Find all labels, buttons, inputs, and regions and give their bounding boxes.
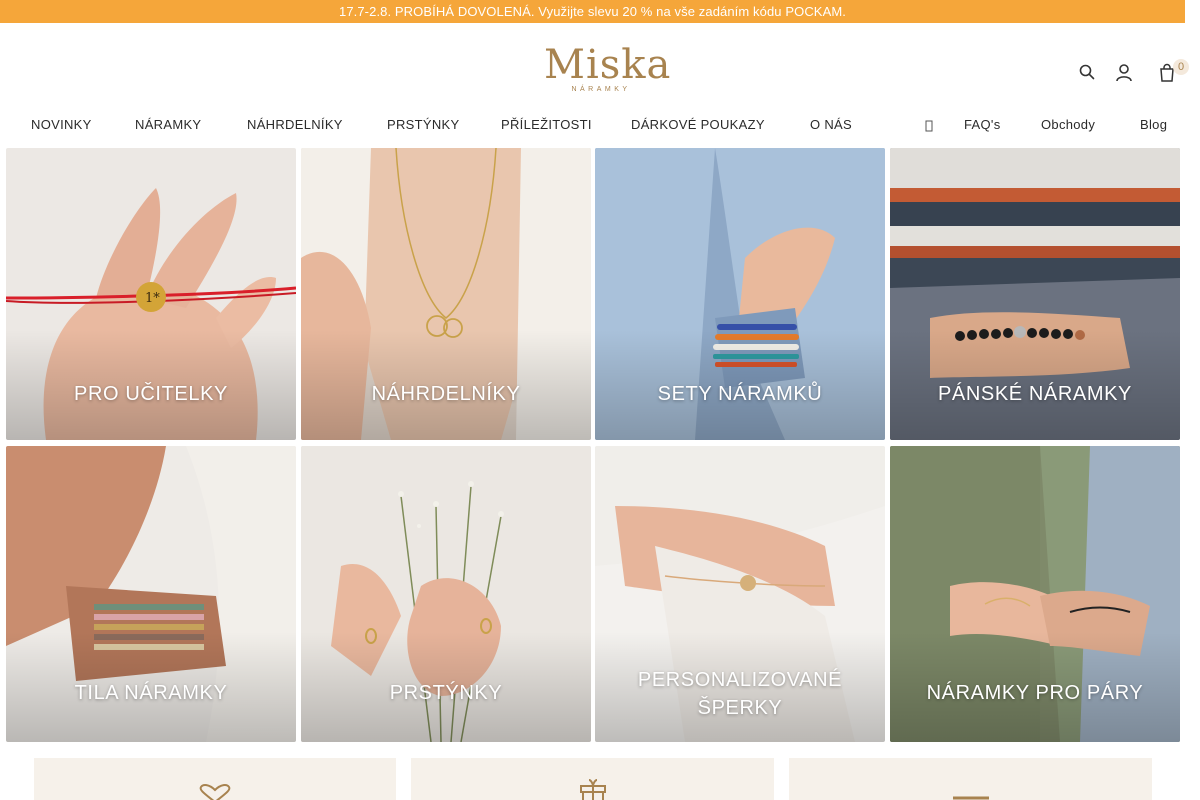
heart-icon xyxy=(199,784,231,800)
category-label: SETY NÁRAMKŮ xyxy=(657,383,823,405)
box-icon xyxy=(952,796,989,800)
category-tile-prstynky[interactable]: PRSTÝNKY xyxy=(301,446,591,742)
category-label: NÁRAMKY PRO PÁRY xyxy=(926,682,1144,704)
nav-item-blog[interactable]: Blog xyxy=(1140,117,1167,132)
category-tile-personalizovane-sperky[interactable]: PERSONALIZOVANÉ ŠPERKY xyxy=(595,446,885,742)
category-label: PERSONALIZOVANÉ ŠPERKY xyxy=(637,669,843,719)
svg-text:1*: 1* xyxy=(145,291,160,306)
category-label: NÁHRDELNÍKY xyxy=(371,383,521,405)
category-label: PÁNSKÉ NÁRAMKY xyxy=(937,383,1132,405)
info-icon xyxy=(924,119,934,132)
category-tile-sety-naramku[interactable]: SETY NÁRAMKŮ xyxy=(595,148,885,440)
benefits-section xyxy=(0,758,1200,800)
category-tile-nahrdelniky[interactable]: NÁHRDELNÍKY xyxy=(301,148,591,440)
main-nav: NOVINKY NÁRAMKY NÁHRDELNÍKY PRSTÝNKY PŘÍ… xyxy=(0,117,1200,139)
promo-bar[interactable]: 17.7-2.8. PROBÍHÁ DOVOLENÁ. Využijte sle… xyxy=(0,0,1185,23)
category-tile-panske-naramky[interactable]: PÁNSKÉ NÁRAMKY xyxy=(890,148,1180,440)
benefit-card xyxy=(34,758,396,800)
nav-item-darkove-poukazy[interactable]: DÁRKOVÉ POUKAZY xyxy=(631,117,765,132)
benefit-card xyxy=(411,758,774,800)
user-icon[interactable] xyxy=(1115,63,1135,83)
nav-item-novinky[interactable]: NOVINKY xyxy=(31,117,92,132)
category-label: PRSTÝNKY xyxy=(389,682,503,704)
category-label: PRO UČITELKY xyxy=(74,383,228,405)
nav-item-faqs[interactable]: FAQ's xyxy=(964,117,1001,132)
category-tile-tila-naramky[interactable]: TILA NÁRAMKY xyxy=(6,446,296,742)
nav-item-prilezitosti[interactable]: PŘÍLEŽITOSTI xyxy=(501,117,592,132)
nav-item-nahrdelniky[interactable]: NÁHRDELNÍKY xyxy=(247,117,343,132)
site-header: Miska NÁRAMKY 0 xyxy=(0,23,1200,123)
nav-item-naramky[interactable]: NÁRAMKY xyxy=(135,117,201,132)
nav-item-prstynky[interactable]: PRSTÝNKY xyxy=(387,117,459,132)
search-icon[interactable] xyxy=(1078,63,1098,83)
promo-text: 17.7-2.8. PROBÍHÁ DOVOLENÁ. Využijte sle… xyxy=(338,4,846,19)
logo[interactable]: Miska NÁRAMKY xyxy=(544,42,672,99)
category-label: TILA NÁRAMKY xyxy=(74,682,228,704)
gift-icon xyxy=(579,779,606,800)
nav-item-obchody[interactable]: Obchody xyxy=(1041,117,1095,132)
logo-wordmark: Miska xyxy=(544,42,672,88)
category-tile-naramky-pro-pary[interactable]: NÁRAMKY PRO PÁRY xyxy=(890,446,1180,742)
cart-count-badge: 0 xyxy=(1173,59,1189,75)
nav-item-o-nas[interactable]: O NÁS xyxy=(810,117,852,132)
category-tile-pro-ucitelky[interactable]: 1* PRO UČITELKY xyxy=(6,148,296,440)
benefit-card xyxy=(789,758,1152,800)
